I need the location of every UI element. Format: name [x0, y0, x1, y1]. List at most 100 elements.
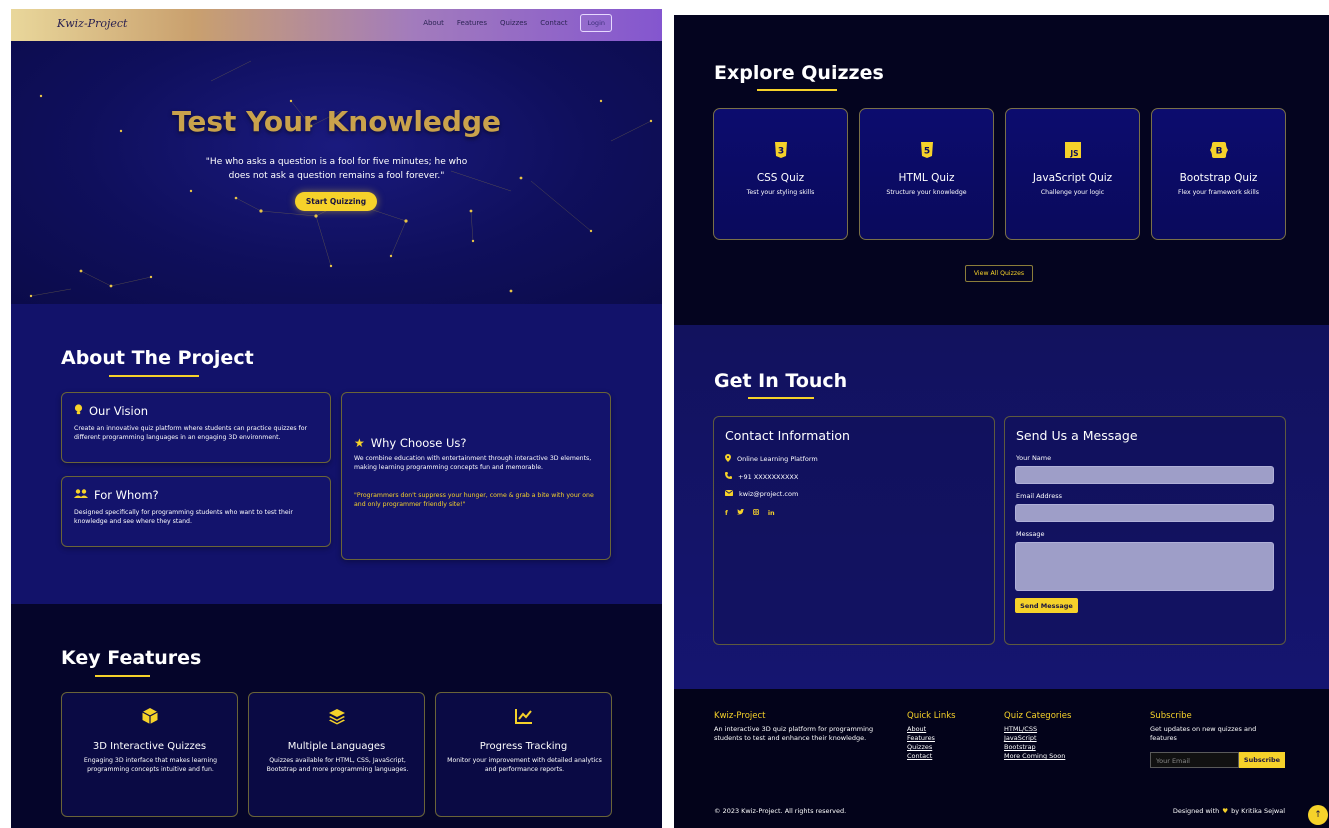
contact-location: Online Learning Platform — [725, 454, 818, 464]
javascript-icon: JS — [1006, 142, 1139, 158]
message-label: Message — [1016, 530, 1045, 538]
features-section: Key Features 3D Interactive Quizzes Enga… — [11, 604, 662, 828]
navbar: Kwiz-Project About Features Quizzes Cont… — [11, 9, 662, 41]
message-form-box: Send Us a Message Your Name Email Addres… — [1004, 416, 1286, 645]
quick-links-title: Quick Links — [907, 711, 956, 721]
name-input[interactable] — [1015, 466, 1274, 484]
facebook-icon[interactable]: f — [725, 509, 728, 517]
start-quizzing-button[interactable]: Start Quizzing — [295, 192, 377, 211]
landing-page-left: Kwiz-Project About Features Quizzes Cont… — [11, 9, 662, 828]
designer-credit: Designed with ♥ by Kritika Sejwal — [1172, 807, 1285, 815]
cube-icon — [62, 707, 237, 729]
quiz-card-html[interactable]: 5 HTML Quiz Structure your knowledge — [859, 108, 994, 240]
bootstrap-icon: B — [1152, 142, 1285, 158]
footer-link-features[interactable]: Features — [907, 734, 935, 743]
vision-card-title: Our Vision — [89, 404, 149, 418]
screenshot-canvas: Kwiz-Project About Features Quizzes Cont… — [0, 0, 1329, 828]
instagram-icon[interactable] — [752, 509, 759, 517]
quiz-desc: Structure your knowledge — [886, 189, 967, 196]
twitter-icon[interactable] — [736, 509, 744, 517]
quiz-title: JavaScript Quiz — [1032, 172, 1113, 184]
nav-link-contact[interactable]: Contact — [540, 19, 567, 27]
quiz-card-css[interactable]: 3 CSS Quiz Test your styling skills — [713, 108, 848, 240]
message-textarea[interactable] — [1015, 542, 1274, 591]
quiz-desc: Challenge your logic — [1040, 189, 1105, 196]
about-section: About The Project Our Vision Create an i… — [11, 304, 662, 604]
feature-desc: Quizzes available for HTML, CSS, JavaScr… — [266, 757, 409, 773]
svg-text:3: 3 — [777, 147, 783, 157]
quiz-desc: Test your styling skills — [746, 189, 815, 196]
login-button[interactable]: Login — [580, 14, 612, 32]
quiz-title: CSS Quiz — [756, 172, 805, 184]
arrow-up-icon: ↑ — [1314, 810, 1322, 820]
about-title: About The Project — [61, 347, 254, 369]
send-message-button[interactable]: Send Message — [1015, 598, 1078, 613]
svg-text:5: 5 — [923, 147, 929, 157]
feature-card-progress: Progress Tracking Monitor your improveme… — [435, 692, 612, 817]
footer-link-contact[interactable]: Contact — [907, 752, 932, 761]
hero-section: Test Your Knowledge "He who asks a quest… — [11, 41, 662, 304]
vision-card-text: Create an innovative quiz platform where… — [74, 425, 308, 441]
contact-info-title: Contact Information — [725, 428, 850, 443]
footer-brand-text: An interactive 3D quiz platform for prog… — [714, 725, 874, 742]
footer-category-html-css[interactable]: HTML/CSS — [1004, 725, 1037, 734]
subscribe-text: Get updates on new quizzes and features — [1150, 725, 1257, 742]
why-card-title: Why Choose Us? — [370, 436, 467, 450]
subscribe-email-input[interactable]: Your Email — [1150, 752, 1239, 768]
why-card: ★ Why Choose Us? We combine education wi… — [341, 392, 611, 560]
subscribe-title: Subscribe — [1150, 711, 1192, 721]
footer-category-javascript[interactable]: JavaScript — [1004, 734, 1037, 743]
star-icon: ★ — [354, 436, 365, 450]
why-card-text: We combine education with entertainment … — [354, 455, 592, 471]
heart-icon: ♥ — [1222, 807, 1229, 815]
why-card-quote: "Programmers don't suppress your hunger,… — [354, 492, 594, 508]
email-input[interactable] — [1015, 504, 1274, 522]
quiz-title: HTML Quiz — [898, 172, 955, 184]
lightbulb-icon — [74, 404, 83, 418]
whom-card-title: For Whom? — [94, 488, 159, 502]
linkedin-icon[interactable]: in — [768, 509, 775, 517]
contact-email: kwiz@project.com — [725, 490, 798, 498]
hero-title: Test Your Knowledge — [172, 105, 501, 138]
why-card-header: ★ Why Choose Us? — [354, 436, 467, 450]
vision-card-header: Our Vision — [74, 404, 148, 418]
quiz-categories-title: Quiz Categories — [1004, 711, 1072, 721]
map-marker-icon — [725, 454, 731, 464]
scroll-to-top-button[interactable]: ↑ — [1308, 805, 1328, 825]
footer-link-quizzes[interactable]: Quizzes — [907, 743, 932, 752]
hero-quote: "He who asks a question is a fool for fi… — [176, 155, 497, 183]
whom-card: For Whom? Designed specifically for prog… — [61, 476, 331, 547]
nav-link-features[interactable]: Features — [457, 19, 487, 27]
footer-category-bootstrap[interactable]: Bootstrap — [1004, 743, 1036, 752]
chart-line-icon — [436, 707, 611, 729]
nav-link-quizzes[interactable]: Quizzes — [500, 19, 527, 27]
name-label: Your Name — [1016, 454, 1052, 462]
quiz-desc: Flex your framework skills — [1178, 189, 1259, 196]
quiz-card-bootstrap[interactable]: B Bootstrap Quiz Flex your framework ski… — [1151, 108, 1286, 240]
footer-category-more[interactable]: More Coming Soon — [1004, 752, 1065, 761]
landing-page-right: Explore Quizzes 3 CSS Quiz Test your sty… — [674, 15, 1329, 828]
nav-link-about[interactable]: About — [423, 19, 444, 27]
contact-title-underline — [748, 397, 814, 399]
footer-link-about[interactable]: About — [907, 725, 926, 734]
copyright: © 2023 Kwiz-Project. All rights reserved… — [714, 807, 847, 815]
whom-card-text: Designed specifically for programming st… — [74, 509, 293, 525]
view-all-quizzes-button[interactable]: View All Quizzes — [965, 265, 1033, 282]
quiz-card-javascript[interactable]: JS JavaScript Quiz Challenge your logic — [1005, 108, 1140, 240]
css3-icon: 3 — [714, 142, 847, 158]
quizzes-title: Explore Quizzes — [714, 62, 884, 84]
feature-title: Progress Tracking — [479, 741, 568, 752]
feature-desc: Engaging 3D interface that makes learnin… — [83, 757, 218, 773]
contact-phone: +91 XXXXXXXXXX — [725, 472, 798, 481]
vision-card: Our Vision Create an innovative quiz pla… — [61, 392, 331, 463]
footer: Kwiz-Project An interactive 3D quiz plat… — [674, 689, 1329, 828]
layers-icon — [249, 707, 424, 729]
subscribe-button[interactable]: Subscribe — [1239, 752, 1285, 768]
quizzes-title-underline — [757, 89, 837, 91]
quiz-title: Bootstrap Quiz — [1179, 172, 1258, 184]
svg-text:B: B — [1215, 147, 1222, 157]
logo[interactable]: Kwiz-Project — [57, 17, 127, 30]
about-title-underline — [109, 375, 199, 377]
footer-brand: Kwiz-Project — [714, 711, 766, 721]
feature-card-languages: Multiple Languages Quizzes available for… — [248, 692, 425, 817]
